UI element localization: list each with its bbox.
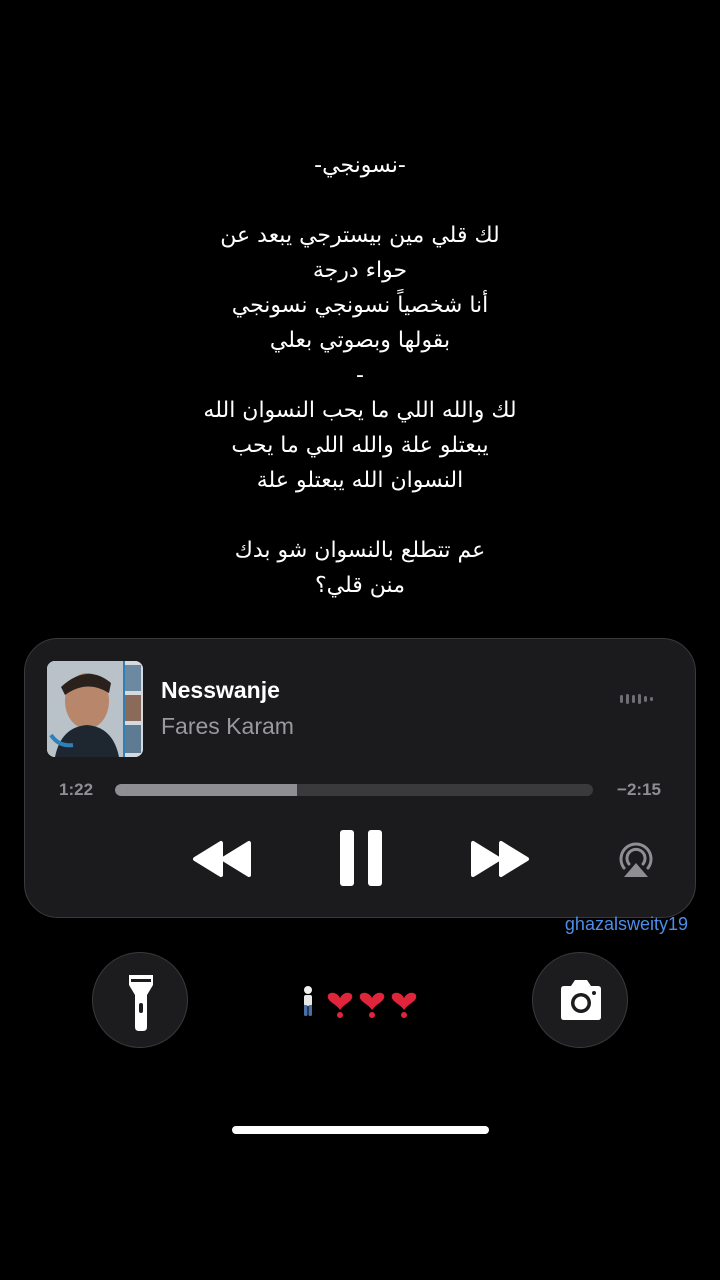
lyrics-line: حواء درجة: [312, 258, 408, 283]
lyrics-line: -نسونجي-: [314, 153, 406, 178]
emoji-decoration: [296, 984, 424, 1018]
lyrics-line: منن قلي؟: [315, 573, 405, 598]
person-emoji: [304, 986, 312, 1016]
camera-icon: [561, 980, 601, 1020]
album-art[interactable]: [47, 661, 143, 757]
lyrics-line: لك قلي مين بيسترجي يبعد عن: [220, 223, 500, 248]
fast-forward-button[interactable]: [469, 839, 531, 879]
lyrics-line: عم تتطلع بالنسوان شو بدك: [234, 538, 486, 563]
rewind-button[interactable]: [191, 839, 253, 879]
flashlight-button[interactable]: [92, 952, 188, 1048]
progress-scrubber[interactable]: [115, 784, 593, 796]
waveform-icon: [620, 694, 653, 704]
progress-fill: [115, 784, 297, 796]
lyrics-text: -نسونجي- لك قلي مين بيسترجي يبعد عن حواء…: [110, 148, 610, 603]
camera-button[interactable]: [532, 952, 628, 1048]
lyrics-line: بقولها وبصوتي بعلي: [269, 328, 451, 353]
lyrics-line: النسوان الله يبعتلو علة: [256, 468, 464, 493]
now-playing-widget[interactable]: Nesswanje Fares Karam 1:22 −2:15: [24, 638, 696, 918]
flashlight-icon: [129, 975, 153, 1031]
song-title: Nesswanje: [161, 677, 280, 703]
lyrics-line: لك والله اللي ما يحب النسوان الله: [203, 398, 517, 423]
fast-forward-icon: [471, 841, 529, 877]
heart-exclamation-emoji: [391, 992, 417, 1018]
artist-name: Fares Karam: [161, 713, 294, 739]
remaining-time: −2:15: [617, 780, 661, 799]
pause-icon: [340, 830, 382, 886]
lyrics-line: [110, 183, 610, 218]
lyrics-line: [110, 498, 610, 533]
home-indicator[interactable]: [232, 1126, 489, 1134]
lyrics-line: أنا شخصياً نسونجي نسونجي: [231, 293, 489, 318]
airplay-button[interactable]: [615, 839, 657, 879]
heart-exclamation-emoji: [359, 992, 385, 1018]
username-watermark: ghazalsweity19: [564, 914, 688, 934]
lyrics-line: -: [356, 363, 364, 388]
heart-exclamation-emoji: [327, 992, 353, 1018]
lyrics-line: يبعتلو علة والله اللي ما يحب: [231, 433, 489, 458]
pause-button[interactable]: [339, 829, 383, 887]
elapsed-time: 1:22: [59, 780, 94, 799]
airplay-icon: [619, 842, 653, 877]
rewind-icon: [193, 841, 251, 877]
